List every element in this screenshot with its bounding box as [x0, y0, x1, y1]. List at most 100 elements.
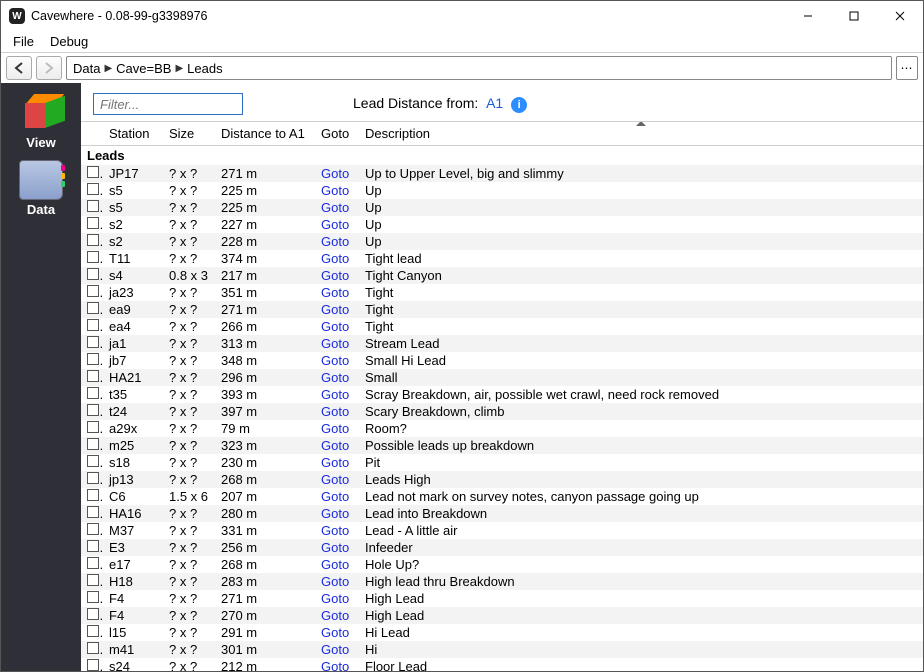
row-checkbox[interactable] — [81, 233, 103, 250]
row-checkbox[interactable] — [81, 199, 103, 216]
col-goto[interactable]: Goto — [315, 122, 359, 146]
cell-goto[interactable]: Goto — [315, 199, 359, 216]
breadcrumb-seg-leads[interactable]: Leads — [187, 61, 222, 76]
row-checkbox[interactable] — [81, 403, 103, 420]
nav-forward-button[interactable] — [36, 56, 62, 80]
row-checkbox[interactable] — [81, 250, 103, 267]
col-description[interactable]: Description — [359, 122, 923, 146]
table-row[interactable]: JP17? x ?271 mGotoUp to Upper Level, big… — [81, 165, 923, 182]
table-row[interactable]: ja1? x ?313 mGotoStream Lead — [81, 335, 923, 352]
row-checkbox[interactable] — [81, 607, 103, 624]
table-row[interactable]: a29x? x ?79 mGotoRoom? — [81, 420, 923, 437]
col-station[interactable]: Station — [103, 122, 163, 146]
cell-goto[interactable]: Goto — [315, 318, 359, 335]
breadcrumb-seg-cave[interactable]: Cave=BB▶ — [116, 61, 183, 76]
table-row[interactable]: ea9? x ?271 mGotoTight — [81, 301, 923, 318]
nav-back-button[interactable] — [6, 56, 32, 80]
table-row[interactable]: s5? x ?225 mGotoUp — [81, 182, 923, 199]
cell-goto[interactable]: Goto — [315, 420, 359, 437]
table-row[interactable]: m41? x ?301 mGotoHi — [81, 641, 923, 658]
table-row[interactable]: jb7? x ?348 mGotoSmall Hi Lead — [81, 352, 923, 369]
cell-goto[interactable]: Goto — [315, 301, 359, 318]
minimize-button[interactable] — [785, 1, 831, 31]
table-row[interactable]: s2? x ?227 mGotoUp — [81, 216, 923, 233]
maximize-button[interactable] — [831, 1, 877, 31]
table-row[interactable]: e17? x ?268 mGotoHole Up? — [81, 556, 923, 573]
row-checkbox[interactable] — [81, 573, 103, 590]
row-checkbox[interactable] — [81, 420, 103, 437]
col-distance[interactable]: Distance to A1 — [215, 122, 315, 146]
filter-input[interactable] — [93, 93, 243, 115]
table-row[interactable]: s18? x ?230 mGotoPit — [81, 454, 923, 471]
table-row[interactable]: F4? x ?271 mGotoHigh Lead — [81, 590, 923, 607]
table-row[interactable]: ea4? x ?266 mGotoTight — [81, 318, 923, 335]
table-row[interactable]: T11? x ?374 mGotoTight lead — [81, 250, 923, 267]
cell-goto[interactable]: Goto — [315, 505, 359, 522]
row-checkbox[interactable] — [81, 335, 103, 352]
cell-goto[interactable]: Goto — [315, 437, 359, 454]
sidebar-data-button[interactable]: Data — [6, 156, 76, 223]
cell-goto[interactable]: Goto — [315, 182, 359, 199]
row-checkbox[interactable] — [81, 505, 103, 522]
cell-goto[interactable]: Goto — [315, 573, 359, 590]
row-checkbox[interactable] — [81, 522, 103, 539]
table-row[interactable]: HA16? x ?280 mGotoLead into Breakdown — [81, 505, 923, 522]
row-checkbox[interactable] — [81, 216, 103, 233]
menu-file[interactable]: File — [5, 32, 42, 51]
row-checkbox[interactable] — [81, 641, 103, 658]
row-checkbox[interactable] — [81, 437, 103, 454]
col-size[interactable]: Size — [163, 122, 215, 146]
row-checkbox[interactable] — [81, 318, 103, 335]
cell-goto[interactable]: Goto — [315, 233, 359, 250]
cell-goto[interactable]: Goto — [315, 454, 359, 471]
table-scroll[interactable]: Station Size Distance to A1 Goto Descrip… — [81, 122, 923, 671]
close-button[interactable] — [877, 1, 923, 31]
cell-goto[interactable]: Goto — [315, 658, 359, 671]
table-row[interactable]: HA21? x ?296 mGotoSmall — [81, 369, 923, 386]
cell-goto[interactable]: Goto — [315, 624, 359, 641]
cell-goto[interactable]: Goto — [315, 216, 359, 233]
row-checkbox[interactable] — [81, 454, 103, 471]
cell-goto[interactable]: Goto — [315, 641, 359, 658]
row-checkbox[interactable] — [81, 284, 103, 301]
cell-goto[interactable]: Goto — [315, 403, 359, 420]
sidebar-view-button[interactable]: View — [6, 87, 76, 156]
table-row[interactable]: m25? x ?323 mGotoPossible leads up break… — [81, 437, 923, 454]
col-checkbox[interactable] — [81, 122, 103, 146]
row-checkbox[interactable] — [81, 352, 103, 369]
row-checkbox[interactable] — [81, 488, 103, 505]
table-row[interactable]: C61.5 x 6207 mGotoLead not mark on surve… — [81, 488, 923, 505]
lead-distance-value[interactable]: A1 — [486, 95, 503, 111]
row-checkbox[interactable] — [81, 658, 103, 671]
breadcrumb-seg-data[interactable]: Data▶ — [73, 61, 112, 76]
row-checkbox[interactable] — [81, 267, 103, 284]
row-checkbox[interactable] — [81, 471, 103, 488]
cell-goto[interactable]: Goto — [315, 607, 359, 624]
table-row[interactable]: s24? x ?212 mGotoFloor Lead — [81, 658, 923, 671]
cell-goto[interactable]: Goto — [315, 522, 359, 539]
cell-goto[interactable]: Goto — [315, 369, 359, 386]
cell-goto[interactable]: Goto — [315, 471, 359, 488]
table-row[interactable]: s5? x ?225 mGotoUp — [81, 199, 923, 216]
cell-goto[interactable]: Goto — [315, 165, 359, 182]
table-row[interactable]: ja23? x ?351 mGotoTight — [81, 284, 923, 301]
cell-goto[interactable]: Goto — [315, 352, 359, 369]
row-checkbox[interactable] — [81, 165, 103, 182]
overflow-button[interactable]: ⋯ — [896, 56, 918, 80]
cell-goto[interactable]: Goto — [315, 284, 359, 301]
row-checkbox[interactable] — [81, 590, 103, 607]
table-row[interactable]: F4? x ?270 mGotoHigh Lead — [81, 607, 923, 624]
cell-goto[interactable]: Goto — [315, 488, 359, 505]
cell-goto[interactable]: Goto — [315, 250, 359, 267]
table-row[interactable]: t24? x ?397 mGotoScary Breakdown, climb — [81, 403, 923, 420]
cell-goto[interactable]: Goto — [315, 335, 359, 352]
row-checkbox[interactable] — [81, 182, 103, 199]
cell-goto[interactable]: Goto — [315, 556, 359, 573]
table-row[interactable]: l15? x ?291 mGotoHi Lead — [81, 624, 923, 641]
row-checkbox[interactable] — [81, 369, 103, 386]
row-checkbox[interactable] — [81, 301, 103, 318]
table-row[interactable]: s40.8 x 3217 mGotoTight Canyon — [81, 267, 923, 284]
cell-goto[interactable]: Goto — [315, 590, 359, 607]
row-checkbox[interactable] — [81, 556, 103, 573]
menu-debug[interactable]: Debug — [42, 32, 96, 51]
